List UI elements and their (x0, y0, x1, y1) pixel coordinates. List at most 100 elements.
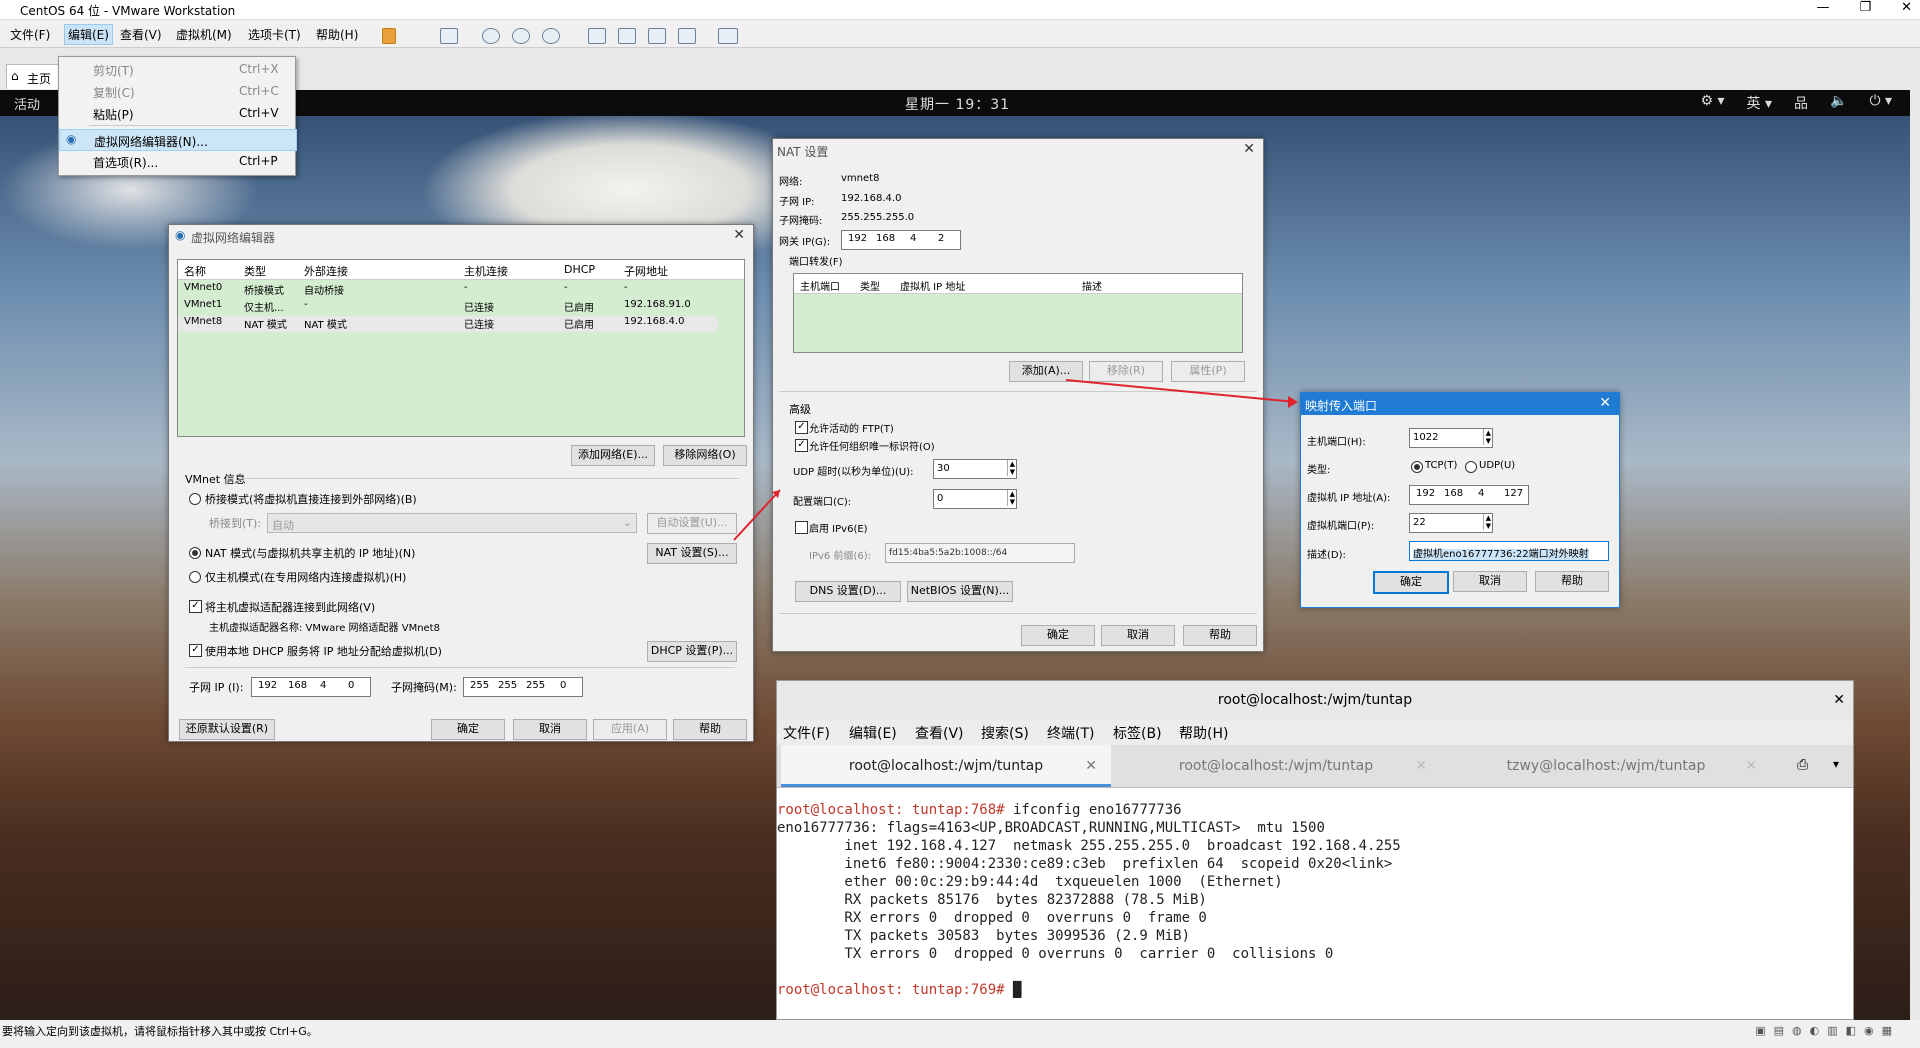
menu-tabs[interactable]: 标签(B) (1113, 723, 1162, 743)
menu-help[interactable]: 帮助(H) (1179, 723, 1228, 743)
menu-help[interactable]: 帮助(H) (316, 26, 358, 43)
column-header[interactable]: 主机连接 (464, 263, 508, 279)
cancel-button[interactable]: 取消 (1101, 625, 1175, 646)
console-view-icon[interactable] (718, 28, 738, 44)
vm-port-input[interactable]: 22 ▲ ▼ (1409, 513, 1493, 533)
table-row[interactable]: VMnet0 桥接模式 自动桥接 - - - (178, 282, 718, 298)
help-button[interactable]: 帮助 (1183, 625, 1257, 646)
unity-icon[interactable] (678, 28, 696, 44)
bridge-to-select[interactable]: 自动 ⌄ (267, 513, 637, 533)
gateway-ip-input[interactable]: 192 168 4 2 (841, 230, 961, 250)
close-icon[interactable]: ✕ (1901, 0, 1912, 15)
minimize-icon[interactable]: — (1816, 0, 1829, 15)
column-header[interactable]: 类型 (244, 263, 266, 279)
fullscreen-icon[interactable] (648, 28, 666, 44)
menu-view[interactable]: 查看(V) (915, 723, 964, 743)
cancel-button[interactable]: 取消 (513, 719, 587, 740)
help-button[interactable]: 帮助 (673, 719, 747, 740)
clock[interactable]: 星期一 19：31 (905, 94, 1010, 114)
allow-ftp-checkbox[interactable]: ✓ (795, 421, 808, 434)
menu-edit[interactable]: 编辑(E) (64, 24, 113, 45)
table-row[interactable]: VMnet1 仅主机... - 已连接 已启用 192.168.91.0 (178, 299, 718, 315)
tab-home[interactable]: ⌂ 主页 (6, 64, 60, 89)
menu-item-paste[interactable]: 粘贴(P) Ctrl+V (59, 103, 295, 123)
close-icon[interactable]: ✕ (1243, 141, 1255, 157)
add-network-button[interactable]: 添加网络(E)... (571, 445, 655, 466)
description-input[interactable]: 虚拟机eno16777736:22端口对外映射 (1409, 541, 1609, 561)
column-header[interactable]: 描述 (1082, 278, 1102, 293)
menu-vm[interactable]: 虚拟机(M) (176, 26, 232, 43)
column-header[interactable]: 外部连接 (304, 263, 348, 279)
menu-file[interactable]: 文件(F) (10, 26, 50, 43)
pause-icon[interactable] (382, 28, 396, 44)
close-icon[interactable]: ✕ (1415, 745, 1427, 787)
volume-icon[interactable]: 🔈 (1830, 93, 1847, 113)
scrollbar[interactable] (1910, 90, 1920, 1020)
thumbnail-icon[interactable] (618, 28, 636, 44)
menu-view[interactable]: 查看(V) (120, 26, 162, 43)
table-row-selected[interactable]: VMnet8 NAT 模式 NAT 模式 已连接 已启用 192.168.4.0 (178, 316, 718, 332)
activities-button[interactable]: 活动 (14, 94, 40, 113)
network-icon[interactable]: 品 (1794, 93, 1808, 113)
connect-adapter-checkbox[interactable]: ✓ (189, 600, 202, 613)
close-icon[interactable]: ✕ (1745, 745, 1757, 787)
menu-tabs[interactable]: 选项卡(T) (248, 26, 301, 43)
bridge-mode-radio[interactable] (189, 493, 201, 505)
column-header[interactable]: 名称 (184, 263, 206, 279)
menu-item-cut[interactable]: 剪切(T) Ctrl+X (59, 59, 295, 79)
nat-settings-button[interactable]: NAT 设置(S)... (647, 543, 737, 564)
menu-edit[interactable]: 编辑(E) (849, 723, 897, 743)
add-port-button[interactable]: 添加(A)... (1009, 361, 1083, 382)
snapshot-icon[interactable] (482, 28, 500, 44)
new-tab-icon[interactable]: ⎙ (1797, 757, 1808, 773)
ipv6-prefix-input[interactable]: fd15:4ba5:5a2b:1008::/64 (885, 543, 1075, 563)
terminal-tab[interactable]: root@localhost:/wjm/tuntap ✕ (781, 745, 1111, 787)
maximize-icon[interactable]: ❐ (1859, 0, 1871, 15)
menu-file[interactable]: 文件(F) (783, 723, 830, 743)
close-icon[interactable]: ✕ (1599, 395, 1611, 411)
remove-port-button[interactable]: 移除(R) (1089, 361, 1163, 382)
column-header[interactable]: 虚拟机 IP 地址 (900, 278, 965, 293)
sidebar-toggle-icon[interactable] (588, 28, 606, 44)
close-icon[interactable]: ✕ (1833, 681, 1845, 719)
terminal-tab[interactable]: root@localhost:/wjm/tuntap ✕ (1111, 745, 1441, 787)
restore-defaults-button[interactable]: 还原默认设置(R) (179, 719, 275, 740)
menu-item-copy[interactable]: 复制(C) Ctrl+C (59, 81, 295, 101)
chevron-down-icon[interactable]: ▾ (1833, 757, 1839, 771)
nat-mode-radio[interactable] (189, 547, 201, 559)
dns-settings-button[interactable]: DNS 设置(D)... (795, 581, 901, 602)
menu-terminal[interactable]: 终端(T) (1047, 723, 1094, 743)
remove-network-button[interactable]: 移除网络(O) (663, 445, 747, 466)
dhcp-settings-button[interactable]: DHCP 设置(P)... (647, 641, 737, 662)
snapshot-restore-icon[interactable] (512, 28, 530, 44)
column-header[interactable]: 子网地址 (624, 263, 668, 279)
allow-oui-checkbox[interactable]: ✓ (795, 439, 808, 452)
udp-timeout-input[interactable]: 30 ▲ ▼ (933, 459, 1017, 479)
close-icon[interactable]: ✕ (733, 227, 745, 243)
enable-ipv6-checkbox[interactable] (795, 521, 808, 534)
udp-radio[interactable] (1465, 461, 1477, 473)
help-button[interactable]: 帮助 (1535, 571, 1609, 592)
menu-item-preferences[interactable]: 首选项(R)... Ctrl+P (59, 151, 295, 171)
subnet-ip-input[interactable]: 192 168 4 0 (251, 677, 371, 697)
send-keys-icon[interactable] (440, 28, 458, 44)
terminal-tab[interactable]: tzwy@localhost:/wjm/tuntap ✕ (1441, 745, 1771, 787)
netbios-settings-button[interactable]: NetBIOS 设置(N)... (907, 581, 1013, 602)
auto-setting-button[interactable]: 自动设置(U)... (647, 513, 737, 534)
subnet-mask-input[interactable]: 255 255 255 0 (463, 677, 583, 697)
use-dhcp-checkbox[interactable]: ✓ (189, 644, 202, 657)
port-forwarding-table[interactable]: 主机端口 类型 虚拟机 IP 地址 描述 (793, 273, 1243, 353)
column-header[interactable]: DHCP (564, 263, 595, 276)
vm-ip-input[interactable]: 192 168 4 127 (1409, 485, 1529, 505)
menu-item-virtual-network-editor[interactable]: ◉ 虚拟网络编辑器(N)... (59, 129, 297, 151)
device-icons[interactable]: ▣▤◍◐▥◧◉▦ (1755, 1024, 1900, 1037)
accessibility-icon[interactable]: ⚙ ▾ (1700, 93, 1724, 113)
ok-button[interactable]: 确定 (431, 719, 505, 740)
snapshot-manager-icon[interactable] (542, 28, 560, 44)
ok-button[interactable]: 确定 (1373, 571, 1449, 594)
menu-search[interactable]: 搜索(S) (981, 723, 1029, 743)
port-properties-button[interactable]: 属性(P) (1171, 361, 1245, 382)
terminal-output[interactable]: root@localhost: tuntap:768# ifconfig eno… (777, 787, 1853, 1033)
column-header[interactable]: 类型 (860, 278, 880, 293)
cancel-button[interactable]: 取消 (1453, 571, 1527, 592)
